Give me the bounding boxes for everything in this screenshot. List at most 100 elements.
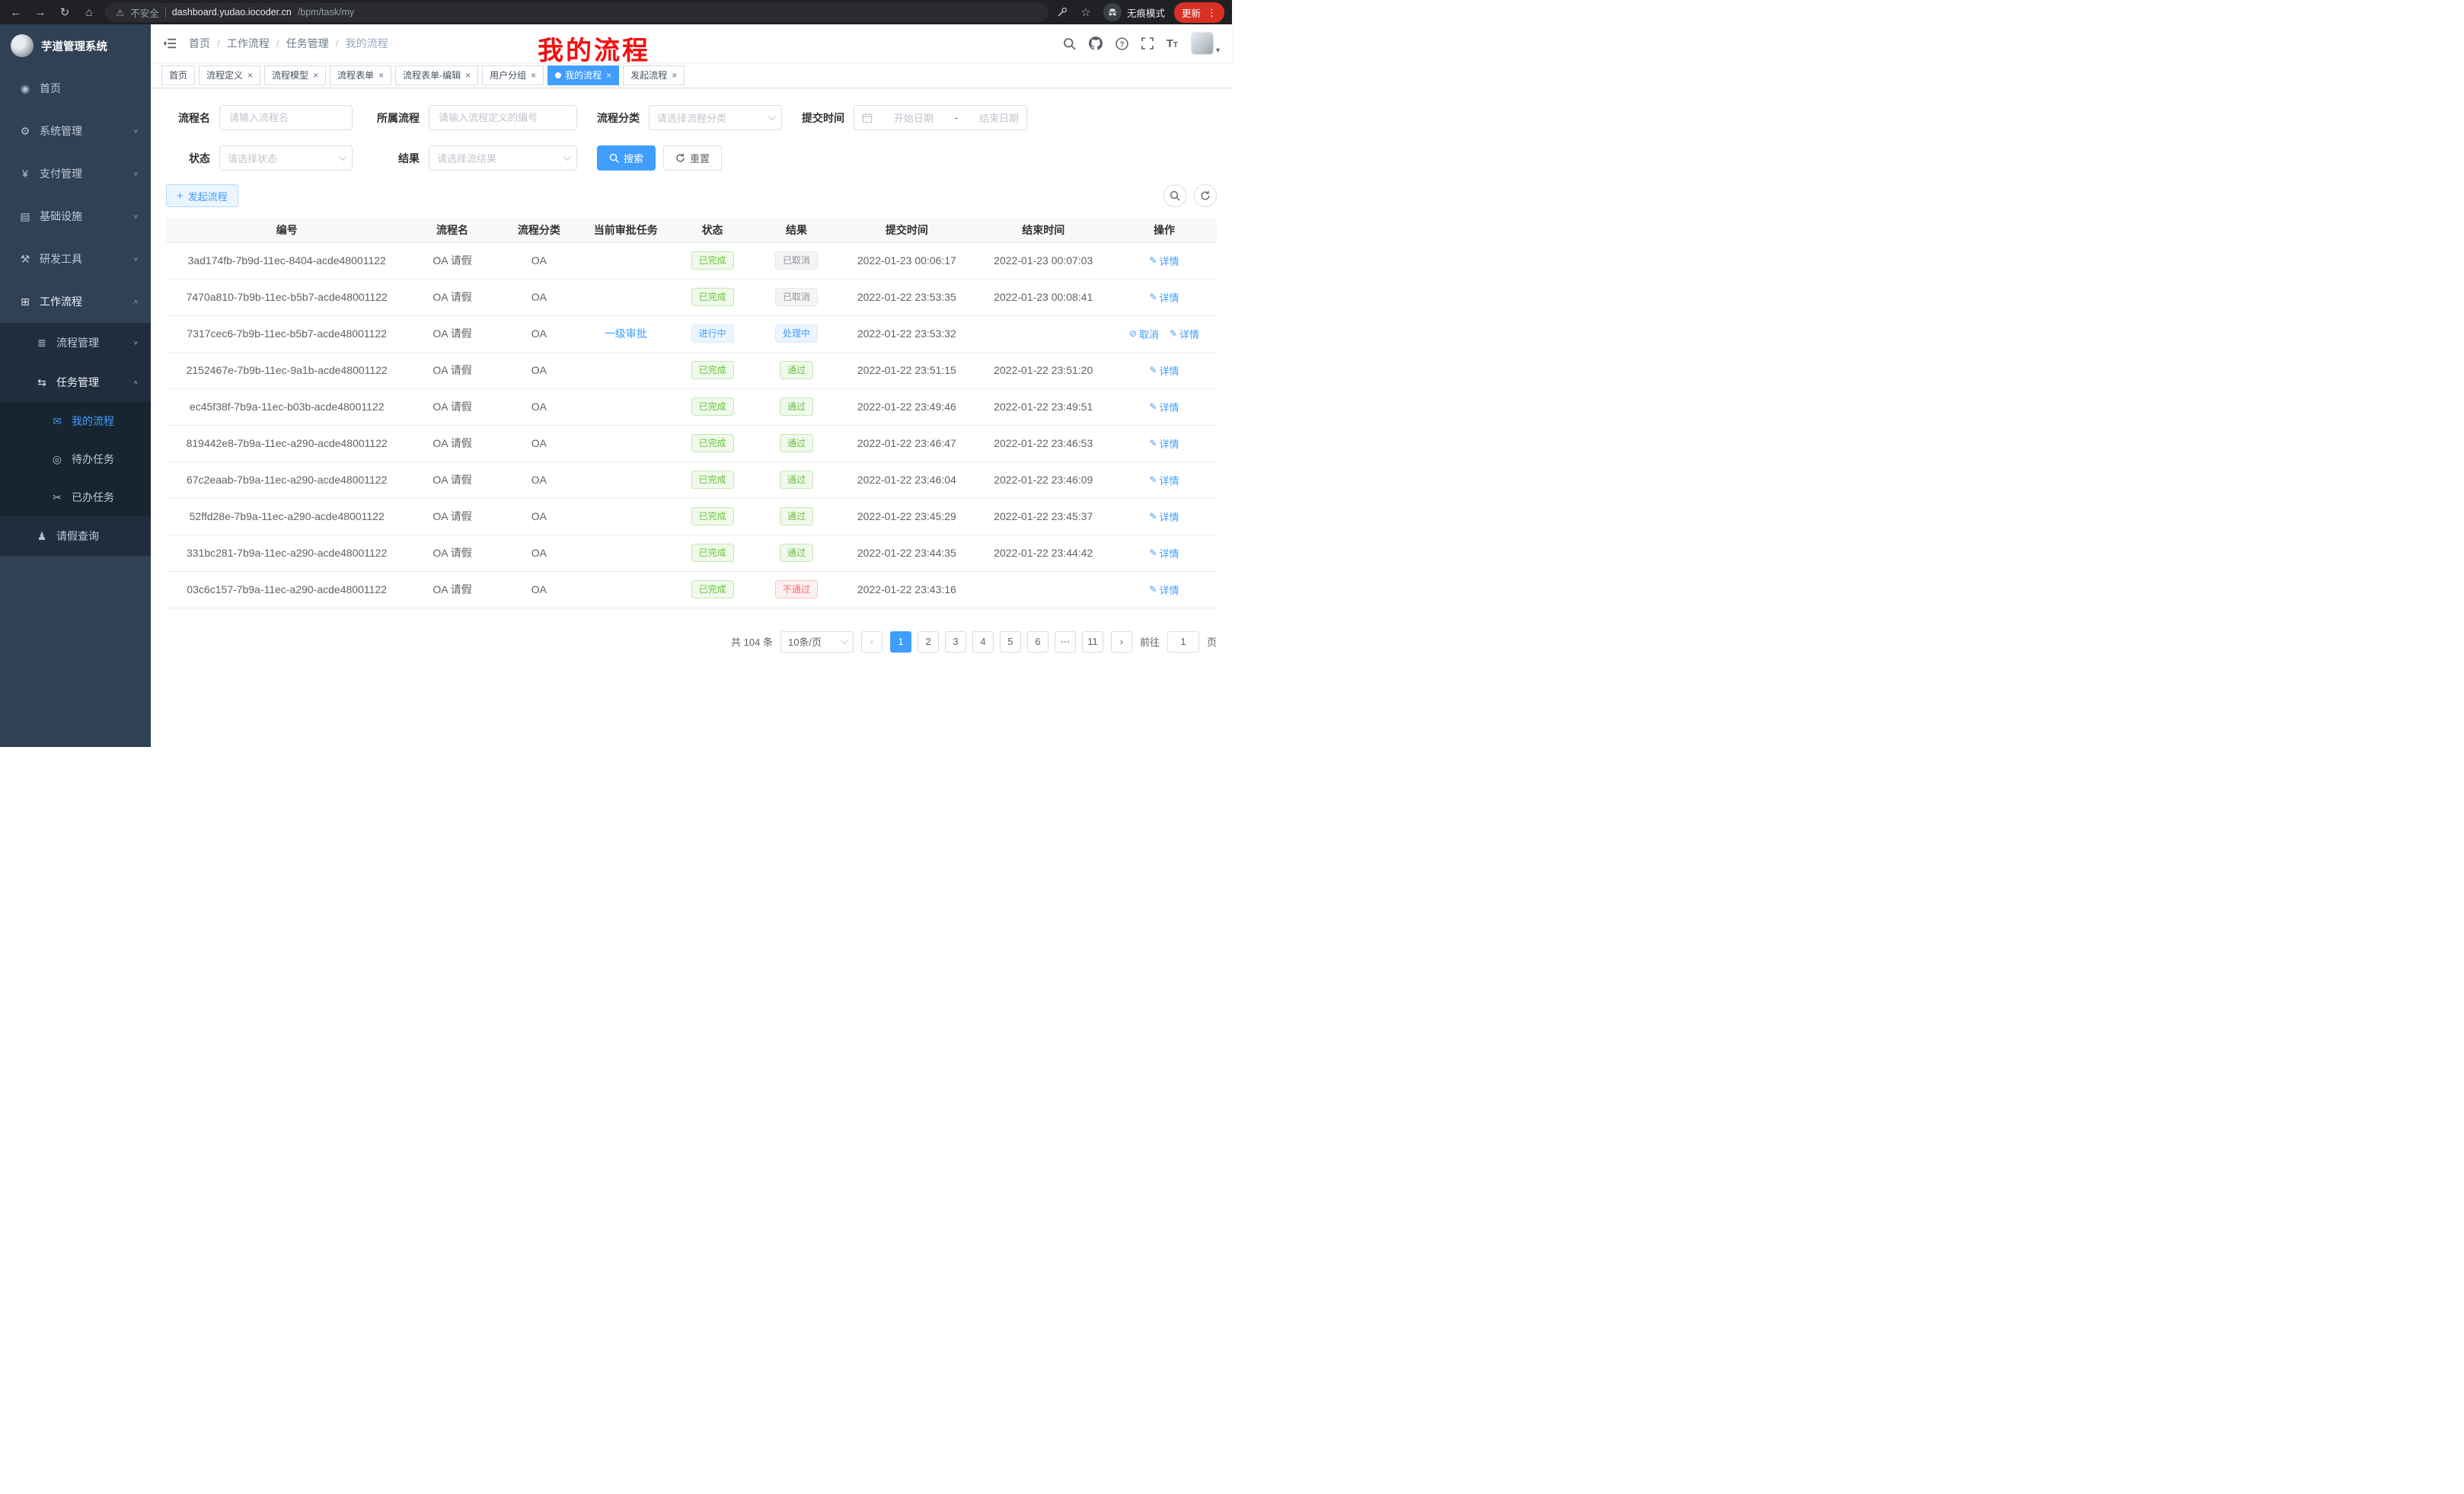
detail-action-link[interactable]: ✎详情 [1170, 327, 1199, 341]
category-placeholder: 请选择流程分类 [657, 110, 726, 125]
detail-action-link[interactable]: ✎详情 [1149, 473, 1179, 487]
detail-action-link[interactable]: ✎详情 [1149, 436, 1179, 451]
detail-action-link[interactable]: ✎详情 [1149, 254, 1179, 268]
pager-page-1[interactable]: 1 [890, 631, 911, 653]
pager-page-4[interactable]: 4 [972, 631, 994, 653]
github-icon[interactable] [1089, 37, 1103, 50]
detail-action-link[interactable]: ✎详情 [1149, 400, 1179, 414]
browser-forward-button[interactable]: → [32, 6, 49, 19]
fullscreen-icon[interactable] [1141, 37, 1154, 49]
browser-update-button[interactable]: 更新 ⋮ [1174, 2, 1224, 23]
process-name-input[interactable] [219, 105, 353, 130]
browser-reload-button[interactable]: ↻ [56, 5, 73, 19]
pager-page-5[interactable]: 5 [1000, 631, 1021, 653]
row-id: 3ad174fb-7b9d-11ec-8404-acde48001122 [188, 254, 386, 267]
row-end-time: 2022-01-22 23:51:20 [994, 364, 1093, 376]
submit-time-range-picker[interactable]: 开始日期 - 结束日期 [854, 105, 1027, 130]
process-def-input[interactable] [429, 105, 577, 130]
sidebar-item-system-management[interactable]: ⚙ 系统管理 ∨ [0, 110, 151, 152]
row-actions: ✎详情 [1112, 425, 1217, 461]
close-tab-icon[interactable]: × [313, 71, 318, 80]
category-select[interactable]: 请选择流程分类 [649, 105, 782, 130]
create-process-button[interactable]: + 发起流程 [166, 184, 238, 207]
pager-page-2[interactable]: 2 [918, 631, 939, 653]
pager-prev-button[interactable]: ‹ [861, 631, 883, 653]
tab-首页[interactable]: 首页 [161, 65, 195, 85]
status-select[interactable]: 请选择状态 [219, 145, 353, 171]
user-menu[interactable]: ▾ [1191, 32, 1220, 55]
close-tab-icon[interactable]: × [672, 71, 677, 80]
address-bar[interactable]: ⚠ 不安全 dashboard.yudao.iocoder.cn/bpm/tas… [105, 3, 1048, 22]
sidebar-item-done-tasks[interactable]: ✂ 已办任务 [0, 478, 151, 516]
tab-用户分组[interactable]: 用户分组 × [482, 65, 544, 85]
page-size-select[interactable]: 10条/页 [780, 631, 854, 653]
bookmark-star-icon[interactable]: ☆ [1077, 5, 1094, 19]
detail-action-link[interactable]: ✎详情 [1149, 290, 1179, 305]
result-select[interactable]: 请选择流结果 [429, 145, 577, 171]
detail-action-link[interactable]: ✎详情 [1149, 546, 1179, 560]
row-actions: ✎详情 [1112, 461, 1217, 498]
detail-action-link[interactable]: ✎详情 [1149, 509, 1179, 524]
row-process-name: OA 请假 [432, 547, 471, 559]
row-submit-time: 2022-01-22 23:46:47 [857, 437, 956, 449]
process-name-field[interactable] [228, 111, 344, 124]
create-process-label: 发起流程 [188, 189, 228, 203]
pager-page-6[interactable]: 6 [1027, 631, 1048, 653]
sidebar-item-leave-query[interactable]: ♟ 请假查询 [0, 516, 151, 556]
search-button[interactable]: 搜索 [597, 145, 656, 171]
process-def-field[interactable] [437, 111, 569, 124]
detail-action-link[interactable]: ✎详情 [1149, 363, 1179, 378]
task-annotation: 我的流程 [538, 30, 650, 67]
pager-next-button[interactable]: › [1111, 631, 1132, 653]
sidebar-item-home[interactable]: ◉ 首页 [0, 67, 151, 110]
pagination-total: 共 104 条 [731, 634, 773, 649]
close-tab-icon[interactable]: × [247, 71, 253, 80]
sidebar-collapse-button[interactable] [163, 37, 177, 49]
sidebar-item-infrastructure[interactable]: ▤ 基础设施 ∨ [0, 195, 151, 238]
breadcrumb-item[interactable]: 首页 [189, 36, 210, 51]
pager-page-3[interactable]: 3 [945, 631, 966, 653]
tab-流程模型[interactable]: 流程模型 × [264, 65, 326, 85]
close-tab-icon[interactable]: × [378, 71, 384, 80]
tab-流程定义[interactable]: 流程定义 × [199, 65, 260, 85]
browser-home-button[interactable]: ⌂ [81, 6, 97, 19]
search-icon[interactable] [1063, 37, 1076, 50]
sidebar-item-my-process[interactable]: ✉ 我的流程 [0, 402, 151, 440]
sidebar-item-workflow[interactable]: ⊞ 工作流程 ∧ [0, 280, 151, 323]
tab-发起流程[interactable]: 发起流程 × [623, 65, 685, 85]
list-icon: ≣ [34, 337, 50, 350]
tab-label: 我的流程 [565, 69, 602, 81]
current-task-link[interactable]: 一级审批 [605, 327, 647, 340]
pager-page-11[interactable]: 11 [1082, 631, 1103, 653]
detail-action-link[interactable]: ✎详情 [1149, 583, 1179, 597]
font-size-icon[interactable]: TT [1167, 37, 1178, 50]
app-logo-area[interactable]: 芋道管理系统 [0, 24, 151, 67]
help-icon[interactable]: ? [1116, 37, 1128, 50]
reset-button[interactable]: 重置 [663, 145, 722, 171]
sidebar-item-process-management[interactable]: ≣ 流程管理 ∨ [0, 323, 151, 362]
breadcrumb-item[interactable]: 工作流程 [227, 36, 270, 51]
browser-back-button[interactable]: ← [8, 6, 24, 19]
refresh-table-button[interactable] [1194, 184, 1217, 207]
close-tab-icon[interactable]: × [531, 71, 536, 80]
sidebar-item-todo-tasks[interactable]: ◎ 待办任务 [0, 440, 151, 478]
browser-menu-icon[interactable]: ⋮ [1207, 8, 1217, 18]
row-id: 819442e8-7b9a-11ec-a290-acde48001122 [187, 437, 388, 449]
toggle-search-button[interactable] [1163, 184, 1186, 207]
sidebar-item-task-management[interactable]: ⇆ 任务管理 ∧ [0, 362, 151, 402]
cancel-action-link[interactable]: ⊘取消 [1129, 327, 1159, 341]
detail-icon: ✎ [1149, 438, 1157, 449]
key-icon[interactable] [1056, 6, 1068, 18]
tab-流程表单-编辑[interactable]: 流程表单-编辑 × [395, 65, 478, 85]
sidebar-item-payment-management[interactable]: ¥ 支付管理 ∨ [0, 152, 151, 195]
breadcrumb-item[interactable]: 任务管理 [286, 36, 329, 51]
incognito-badge[interactable]: 无痕模式 [1103, 3, 1165, 21]
close-tab-icon[interactable]: × [606, 71, 611, 80]
result-badge: 通过 [780, 434, 813, 452]
sidebar-item-dev-tools[interactable]: ⚒ 研发工具 ∨ [0, 238, 151, 280]
goto-page-input[interactable] [1167, 631, 1199, 653]
pager-more-button[interactable]: ⋯ [1055, 631, 1076, 653]
tab-我的流程[interactable]: 我的流程 × [547, 65, 619, 85]
tab-流程表单[interactable]: 流程表单 × [330, 65, 391, 85]
close-tab-icon[interactable]: × [465, 71, 471, 80]
